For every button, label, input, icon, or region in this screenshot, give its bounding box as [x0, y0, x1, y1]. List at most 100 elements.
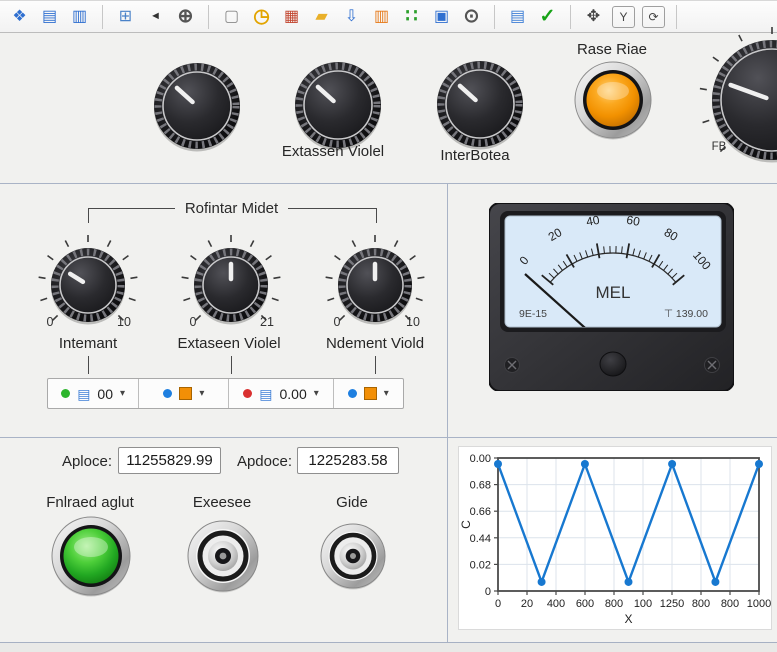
- plot-book-icon: ▤: [77, 387, 90, 401]
- knob-ndement-label: Ndement Viold: [295, 335, 455, 352]
- apdoce-input[interactable]: [297, 447, 399, 474]
- svg-text:800: 800: [721, 598, 739, 610]
- svg-text:0: 0: [485, 586, 491, 598]
- legend-value: 0.00: [280, 386, 307, 402]
- doc-lines-icon[interactable]: ▤: [506, 5, 529, 28]
- color-swatch: [179, 387, 192, 400]
- layers-icon[interactable]: ❖: [8, 5, 31, 28]
- svg-text:0.00: 0.00: [470, 453, 491, 465]
- section-divider-vertical: [447, 184, 448, 642]
- cursor-icon[interactable]: ◄: [144, 5, 167, 28]
- add-circle-icon[interactable]: ⊕: [174, 5, 197, 28]
- knob-max-label: 10: [398, 315, 428, 329]
- add-window-icon[interactable]: ⊞: [114, 5, 137, 28]
- toolbar-separator: [494, 5, 495, 29]
- y-box-icon[interactable]: Y: [612, 6, 635, 28]
- connector-line: [88, 356, 89, 374]
- knob-min-label: 0: [35, 315, 65, 329]
- gide-button[interactable]: [318, 521, 388, 591]
- meter-title: MEL: [596, 283, 631, 302]
- folder-icon[interactable]: ▰: [310, 5, 333, 28]
- import-icon[interactable]: ⇩: [340, 5, 363, 28]
- svg-text:400: 400: [547, 598, 565, 610]
- plot-legend-row: ▤ 00 ▾ ▾ ▤ 0.00 ▾ ▾: [47, 378, 404, 409]
- grid-icon[interactable]: ∷: [400, 5, 423, 28]
- window-icon[interactable]: ▣: [430, 5, 453, 28]
- svg-text:0.44: 0.44: [470, 533, 491, 545]
- legend-value: 00: [97, 386, 113, 402]
- refresh-icon[interactable]: ⟳: [642, 6, 665, 28]
- svg-text:X: X: [624, 612, 632, 626]
- chevron-down-icon[interactable]: ▾: [314, 388, 319, 399]
- svg-text:C: C: [459, 520, 473, 529]
- move-icon[interactable]: ✥: [582, 5, 605, 28]
- legend-dot: [243, 389, 252, 398]
- field-apdoce-label: Apdoce:: [230, 453, 292, 470]
- aploce-input[interactable]: [118, 447, 221, 474]
- legend-dot: [348, 389, 357, 398]
- knob-max-label: 21: [252, 315, 282, 329]
- knob-top-2[interactable]: [290, 57, 386, 153]
- knob-min-label: 0: [322, 315, 352, 329]
- knob-max-label: 10: [109, 315, 139, 329]
- svg-text:0.02: 0.02: [470, 559, 491, 571]
- calendar-icon[interactable]: ▦: [280, 5, 303, 28]
- legend-dot: [61, 389, 70, 398]
- svg-text:40: 40: [585, 213, 601, 229]
- legend-cell-2[interactable]: ▾: [139, 379, 229, 408]
- svg-text:0.66: 0.66: [470, 506, 491, 518]
- knob-top-1[interactable]: [149, 58, 245, 154]
- gear-icon[interactable]: ⊙: [460, 5, 483, 28]
- vi-settings-doc-icon[interactable]: ▥: [68, 5, 91, 28]
- led-button-label: Rase Riae: [552, 41, 672, 58]
- chevron-down-icon[interactable]: ▾: [199, 388, 204, 399]
- legend-cell-3[interactable]: ▤ 0.00 ▾: [229, 379, 333, 408]
- meter-right-text: ⊤ 139.00: [664, 308, 708, 320]
- svg-text:20: 20: [521, 598, 533, 610]
- meter-left-text: 9E-15: [519, 308, 547, 320]
- clock-icon[interactable]: ◷: [250, 5, 273, 28]
- toolbar-separator: [208, 5, 209, 29]
- svg-text:100: 100: [634, 598, 652, 610]
- svg-text:60: 60: [625, 213, 641, 229]
- knob-top-3-label: InterBotea: [395, 147, 555, 164]
- svg-text:1000: 1000: [747, 598, 771, 610]
- green-led-button[interactable]: [49, 514, 133, 598]
- connector-line: [375, 356, 376, 374]
- corner-knob-label: FB: [706, 141, 732, 153]
- knob-extaseen-label: Extaseen Violel: [149, 335, 309, 352]
- rofintar-frame-title: Rofintar Midet: [88, 200, 375, 217]
- knob-intemant-label: Intemant: [8, 335, 168, 352]
- svg-text:0.68: 0.68: [470, 480, 491, 492]
- analog-meter: 020406080100 MEL 9E-15 ⊤ 139.00: [489, 203, 734, 391]
- orange-led-button[interactable]: [572, 59, 654, 141]
- section-divider-top: [0, 183, 777, 184]
- connector-line: [231, 356, 232, 374]
- svg-text:1250: 1250: [660, 598, 684, 610]
- new-file-icon[interactable]: ▢: [220, 5, 243, 28]
- knob-top-corner[interactable]: [696, 24, 777, 176]
- legend-dot: [163, 389, 172, 398]
- check-icon[interactable]: ✓: [536, 5, 559, 28]
- knob-top-3[interactable]: [432, 56, 528, 152]
- chevron-down-icon[interactable]: ▾: [384, 388, 389, 399]
- svg-text:800: 800: [605, 598, 623, 610]
- gide-button-label: Gide: [272, 494, 432, 511]
- color-swatch: [364, 387, 377, 400]
- toolbar-separator: [676, 5, 677, 29]
- clipboard-icon[interactable]: ▥: [370, 5, 393, 28]
- chart-panel: 0204006008001001250800800100000.020.440.…: [458, 446, 772, 630]
- legend-cell-4[interactable]: ▾: [334, 379, 403, 408]
- svg-text:800: 800: [692, 598, 710, 610]
- legend-cell-1[interactable]: ▤ 00 ▾: [48, 379, 139, 408]
- instrument-panel: { "toolbar": { "icons": [ {"name":"layer…: [0, 0, 777, 651]
- report-doc-icon[interactable]: ▤: [38, 5, 61, 28]
- exeesee-button[interactable]: [185, 518, 261, 594]
- plot-book-icon: ▤: [259, 387, 272, 401]
- meter-adjust-knob[interactable]: [600, 352, 626, 376]
- toolbar: ❖ ▤ ▥ ⊞ ◄ ⊕ ▢ ◷ ▦ ▰ ⇩ ▥ ∷ ▣ ⊙ ▤ ✓ ✥ Y ⟳: [0, 0, 777, 33]
- svg-text:0: 0: [495, 598, 501, 610]
- toolbar-separator: [102, 5, 103, 29]
- toolbar-separator: [570, 5, 571, 29]
- chevron-down-icon[interactable]: ▾: [120, 388, 125, 399]
